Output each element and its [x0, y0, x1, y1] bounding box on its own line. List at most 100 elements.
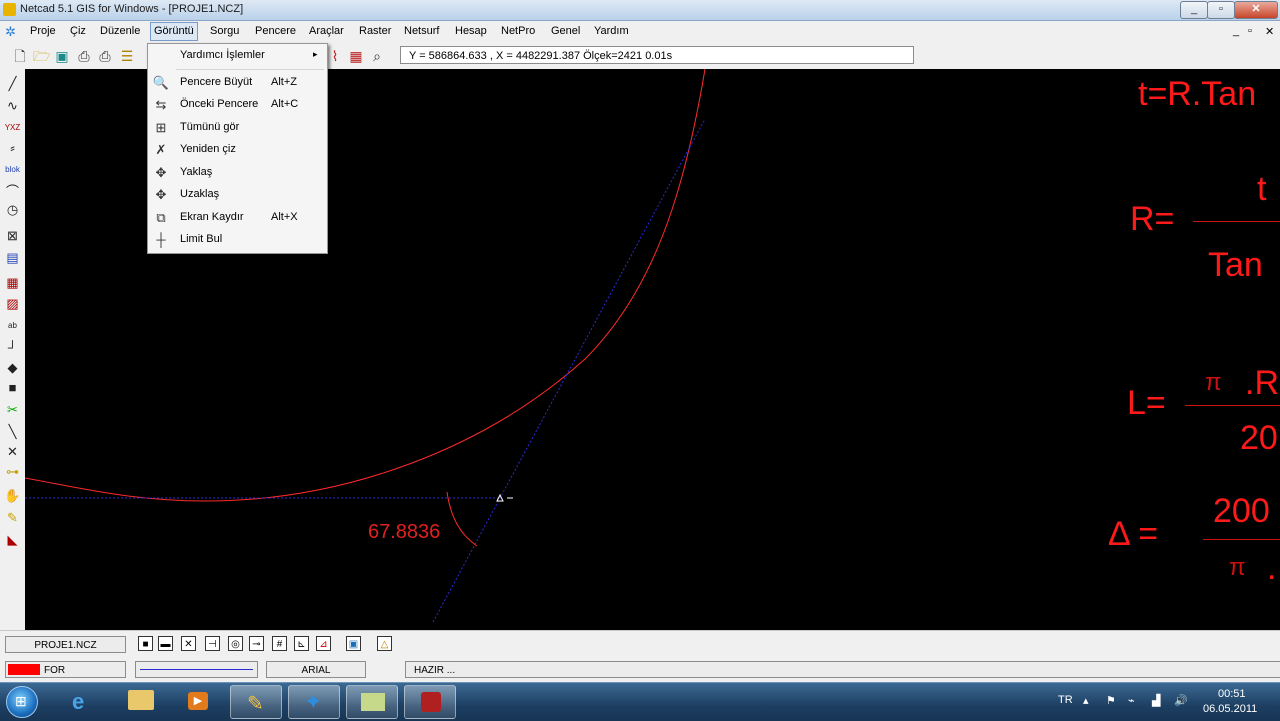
menu-item-yardimci-islemler[interactable]: Yardımcı İşlemler ▸ — [148, 45, 327, 70]
snap-center-icon[interactable]: ◎ — [228, 636, 243, 651]
clock-date[interactable]: 06.05.2011 — [1203, 703, 1257, 715]
line-tool-icon[interactable]: ╱ — [4, 75, 21, 92]
grid-snap-icon[interactable]: # — [272, 636, 287, 651]
taskbar-app-notes[interactable] — [346, 685, 398, 719]
scissors-icon[interactable]: ✂ — [4, 401, 21, 418]
notes-app-icon — [361, 693, 385, 711]
polyline-tool-icon[interactable]: ⌇ — [327, 48, 343, 64]
minimize-button[interactable]: _ — [1180, 1, 1208, 19]
corner-tool-icon[interactable]: ┘ — [4, 339, 21, 356]
layer-selector[interactable]: FOR — [5, 661, 126, 678]
menu-genel[interactable]: Genel — [551, 25, 580, 37]
menu-item-ekran-kaydir[interactable]: ⧉ Ekran Kaydır Alt+X — [148, 207, 327, 229]
menu-item-label: Yaklaş — [180, 166, 213, 178]
taskbar-netcad[interactable]: ✦ — [288, 685, 340, 719]
cross-tool-icon[interactable]: ✕ — [4, 443, 21, 460]
properties-status-bar: FOR ARIAL HAZIR ... — [0, 657, 1280, 682]
font-selector[interactable]: ARIAL — [266, 661, 366, 678]
show-hidden-icons-icon[interactable]: ▴ — [1083, 694, 1089, 707]
menu-netsurf[interactable]: Netsurf — [404, 25, 439, 37]
yxz-point-tool-icon[interactable]: YXZ — [4, 119, 21, 136]
mdi-close-button[interactable]: ✕ — [1265, 25, 1274, 38]
menu-pencere[interactable]: Pencere — [255, 25, 296, 37]
snap-intersection-icon[interactable]: ✕ — [181, 636, 196, 651]
snap-end-icon[interactable]: ■ — [138, 636, 153, 651]
menu-item-uzaklas[interactable]: ✥ Uzaklaş — [148, 184, 327, 206]
file-name-tab[interactable]: PROJE1.NCZ — [5, 636, 126, 653]
diagonal-line-icon[interactable]: ╲ — [4, 423, 21, 440]
taskbar-media-player[interactable]: ▶ — [173, 685, 225, 719]
text-tool-icon[interactable]: ⸗ — [4, 139, 21, 156]
snap-nearest-icon[interactable]: ⊸ — [249, 636, 264, 651]
maximize-button[interactable]: ▫ — [1207, 1, 1235, 19]
formula-length-pi: π — [1205, 369, 1222, 396]
hatch-tool-icon[interactable]: ▨ — [4, 295, 21, 312]
line-type-selector[interactable] — [135, 661, 258, 678]
table-tool-icon[interactable]: ▤ — [4, 249, 21, 266]
menu-raster[interactable]: Raster — [359, 25, 391, 37]
menu-duzenle[interactable]: Düzenle — [100, 25, 140, 37]
layer-color-swatch — [8, 664, 40, 675]
menu-sorgu[interactable]: Sorgu — [210, 25, 239, 37]
taskbar-app-red[interactable] — [404, 685, 456, 719]
menu-item-onceki-pencere[interactable]: ⇆ Önceki Pencere Alt+C — [148, 94, 327, 116]
print-preview-icon[interactable]: ⎙ — [76, 48, 92, 64]
start-button[interactable]: ⊞ — [6, 686, 38, 718]
grid-tool-icon[interactable]: ▦ — [348, 48, 364, 64]
menu-item-yeniden-ciz[interactable]: ✗ Yeniden çiz — [148, 139, 327, 161]
mdi-restore-button[interactable]: ▫ — [1248, 25, 1252, 37]
windows-logo-icon: ⊞ — [15, 693, 27, 709]
corner-diamond-icon[interactable]: ◆ — [4, 359, 21, 376]
clock-time[interactable]: 00:51 — [1218, 688, 1246, 700]
menu-item-shortcut: Alt+X — [271, 211, 298, 223]
object-snap-settings-icon[interactable]: ▣ — [346, 636, 361, 651]
offset-tool-icon[interactable]: ⊶ — [4, 463, 21, 480]
menu-hesap[interactable]: Hesap — [455, 25, 487, 37]
system-menu-icon[interactable]: ✲ — [5, 25, 19, 39]
menu-goruntu[interactable]: Görüntü — [150, 22, 198, 41]
menu-netpro[interactable]: NetPro — [501, 25, 535, 37]
new-file-icon[interactable]: 🗋 — [12, 48, 28, 64]
block-tool-icon[interactable]: blok — [4, 161, 21, 178]
layers-icon[interactable]: ☰ — [119, 48, 135, 64]
formula-length-lhs: L= — [1127, 384, 1166, 422]
volume-icon[interactable]: 🔊 — [1174, 694, 1188, 707]
menu-proje[interactable]: Proje — [30, 25, 56, 37]
polyline-tool-icon[interactable]: ∿ — [4, 97, 21, 114]
taskbar-internet-explorer[interactable]: e — [58, 685, 110, 719]
mdi-minimize-button[interactable]: _ — [1233, 25, 1239, 37]
circle-tool-icon[interactable]: ◷ — [4, 201, 21, 218]
search-icon[interactable]: ⌕ — [369, 48, 385, 64]
language-indicator[interactable]: TR — [1058, 694, 1073, 706]
menu-item-pencere-buyut[interactable]: 🔍 Pencere Büyüt Alt+Z — [148, 72, 327, 94]
open-folder-icon[interactable]: 🗁 — [33, 48, 50, 64]
rectangle-tool-icon[interactable]: ⊠ — [4, 227, 21, 244]
menu-item-tumunu-gor[interactable]: ⊞ Tümünü gör — [148, 117, 327, 139]
menu-ciz[interactable]: Çiz — [70, 25, 86, 37]
menu-item-limit-bul[interactable]: ┼ Limit Bul — [148, 229, 327, 251]
label-tool-icon[interactable]: ab — [4, 317, 21, 334]
close-button[interactable]: ✕ — [1234, 1, 1278, 19]
brush-tool-icon[interactable]: ✎ — [4, 509, 21, 526]
eraser-tool-icon[interactable]: ◣ — [4, 531, 21, 548]
warning-icon[interactable]: △ — [377, 636, 392, 651]
print-icon[interactable]: ⎙ — [97, 48, 113, 64]
taskbar-app-pen[interactable]: ✎ — [230, 685, 282, 719]
menu-araclar[interactable]: Araçlar — [309, 25, 344, 37]
formula-delta-lhs: Δ = — [1108, 515, 1159, 553]
menu-item-yaklas[interactable]: ✥ Yaklaş — [148, 162, 327, 184]
arc-tool-icon[interactable]: ⌒ — [4, 183, 21, 200]
hand-tool-icon[interactable]: ✋ — [4, 487, 21, 504]
menu-yardim[interactable]: Yardım — [594, 25, 629, 37]
action-center-flag-icon[interactable]: ⚑ — [1106, 694, 1116, 707]
network-icon[interactable]: ▟ — [1152, 694, 1160, 707]
power-icon[interactable]: ⌁ — [1128, 694, 1135, 707]
ortho-icon[interactable]: ⊾ — [294, 636, 309, 651]
polar-icon[interactable]: ⊿ — [316, 636, 331, 651]
taskbar-file-explorer[interactable] — [116, 685, 168, 719]
grid-hatch-icon[interactable]: ▦ — [4, 274, 21, 291]
snap-perpendicular-icon[interactable]: ⊣ — [205, 636, 220, 651]
snap-mid-icon[interactable]: ▬ — [158, 636, 173, 651]
save-icon[interactable]: ▣ — [54, 48, 70, 64]
corner-square-icon[interactable]: ■ — [4, 379, 21, 396]
